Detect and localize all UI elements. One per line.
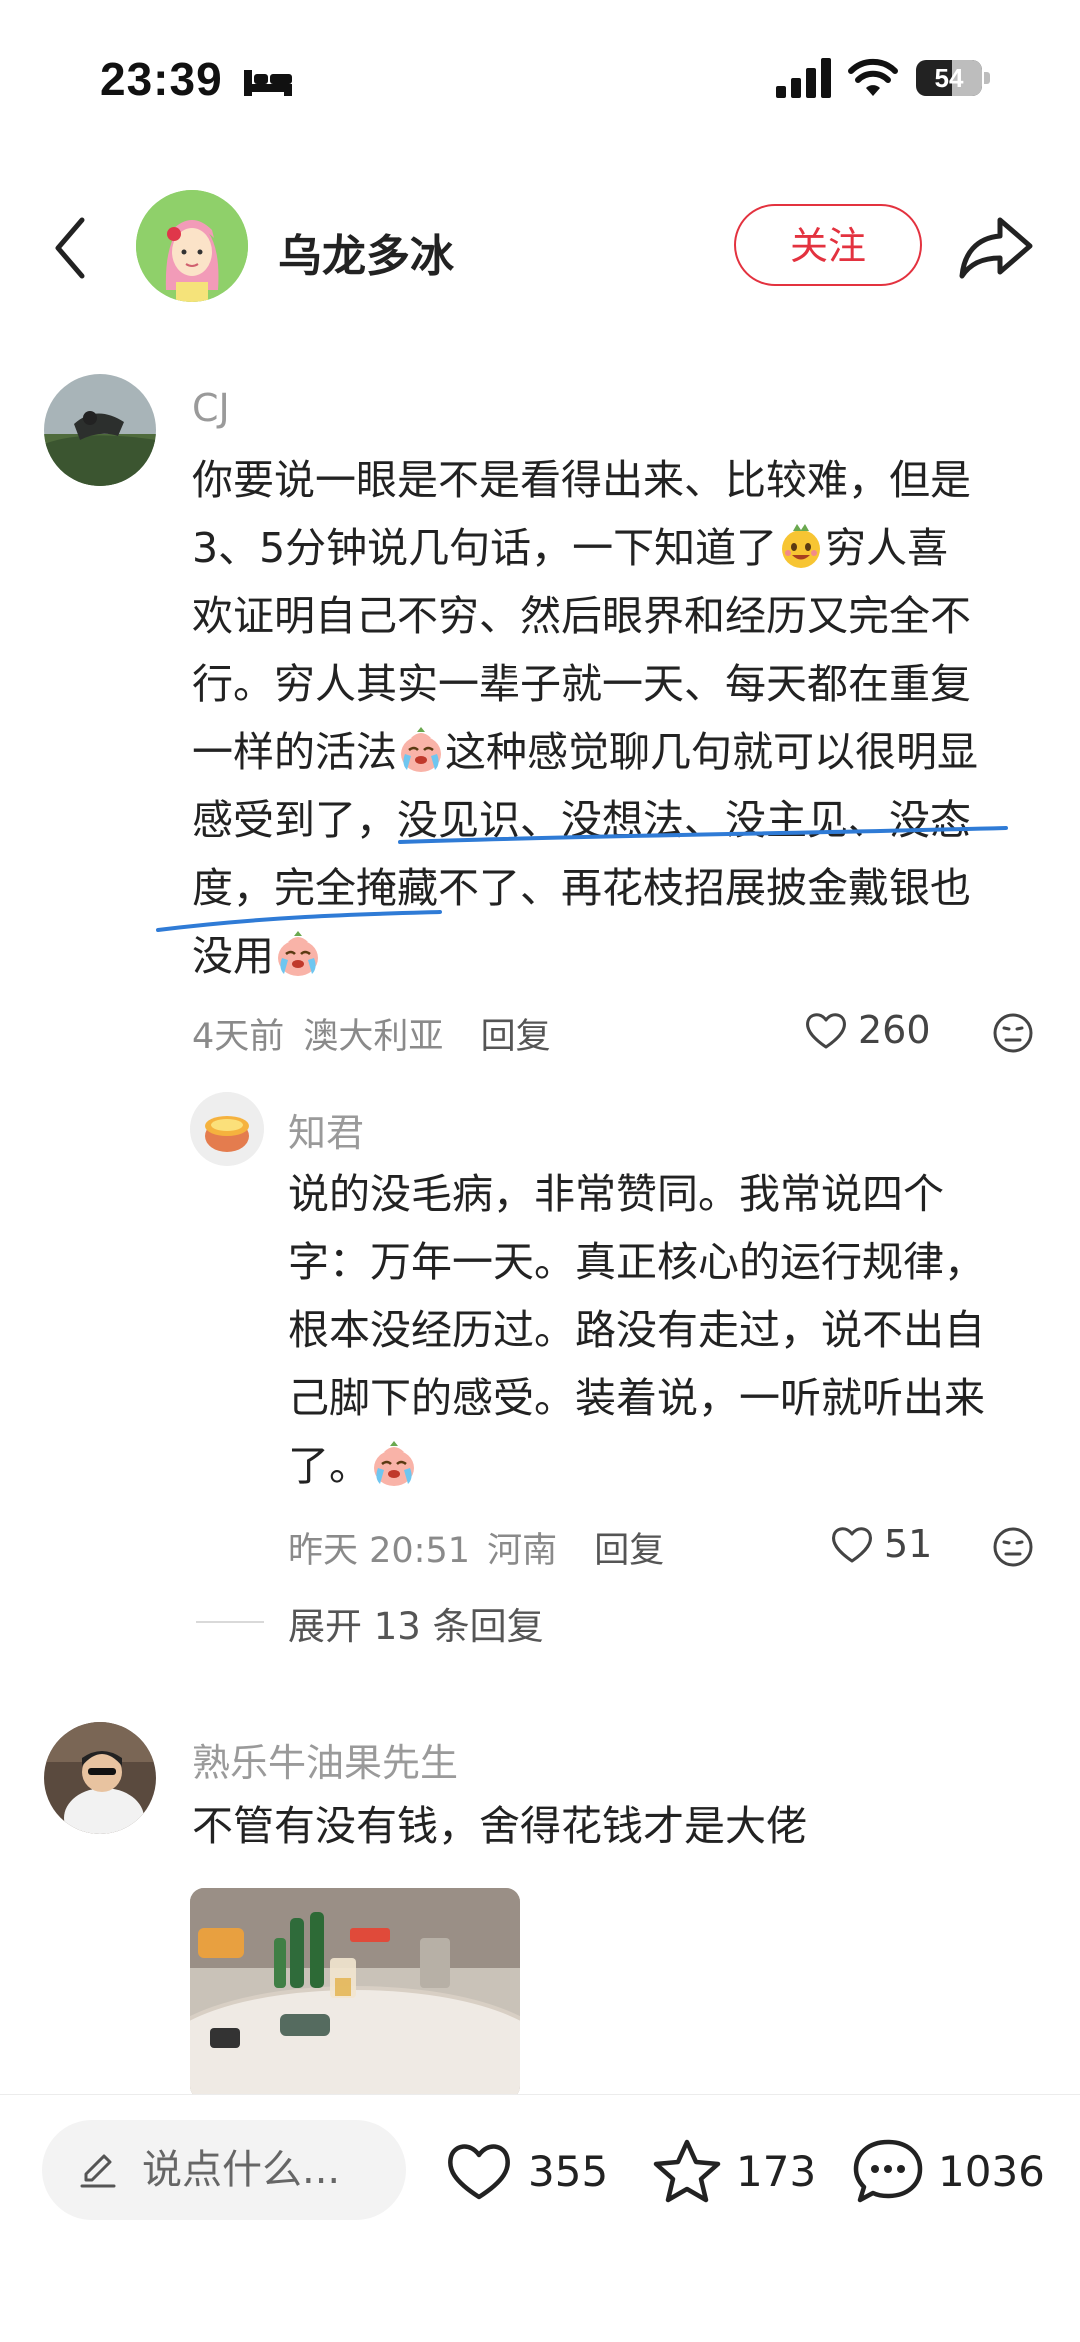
cellular-signal-icon [776,58,831,98]
comment-photo[interactable] [190,1888,520,2100]
comment-input[interactable]: 说点什么... [42,2120,406,2220]
reply-line: 根本没经历过。路没有走过，说不出自 [288,1306,985,1354]
reply-line: 了。 [288,1432,1048,1500]
comment-line: 一样的活法 这种感觉聊几句就可以很明显 [192,727,978,776]
reply-button[interactable]: 回复 [481,1017,551,1057]
wifi-icon [848,58,898,96]
crying-emoji-icon [374,1441,414,1486]
pencil-icon [80,2154,116,2188]
post-favorite-count: 173 [736,2146,817,2196]
reply-button[interactable]: 回复 [594,1531,664,1571]
author-name[interactable]: 乌龙多冰 [278,220,454,284]
highlight-underline [156,826,1008,932]
comment-line: 你要说一眼是不是看得出来、比较难，但是 [192,456,971,504]
battery-indicator: 54 [916,60,992,98]
share-icon[interactable] [958,214,1034,280]
heart-icon [448,2144,510,2200]
comment-line: 欢证明自己不穷、然后眼界和经历又完全不 [192,592,971,640]
sleep-focus-icon [244,70,292,96]
status-time: 23:39 [100,53,223,105]
comments-button[interactable]: 1036 [852,2126,1045,2216]
battery-level: 54 [934,63,964,93]
divider [196,1621,264,1623]
comment-line: 行。穷人其实一辈子就一天、每天都在重复 [192,660,971,708]
heart-icon [806,1013,846,1049]
reply-meta: 昨天 20:51 河南 回复 [288,1522,664,1573]
reply-like-button[interactable]: 51 [830,1522,932,1566]
favorite-post-button[interactable]: 173 [652,2126,816,2216]
reply-line: 己脚下的感受。装着说，一听就听出来 [288,1374,985,1422]
comment-line: 3、5分钟说几句话，一下知道了 穷人喜 [192,524,949,572]
commenter-avatar[interactable] [44,374,156,486]
comment-username[interactable]: 熟乐牛油果先生 [192,1732,458,1787]
crying-emoji-icon [401,727,441,772]
comment-like-count: 260 [858,1008,931,1052]
reply-line: 说的没毛病，非常赞同。我常说四个 [288,1170,944,1218]
comment-text: 不管有没有钱，舍得花钱才是大佬 [192,1802,807,1850]
laughing-emoji-icon [782,524,821,568]
author-avatar[interactable] [136,190,248,302]
comment-time: 4天前 [192,1017,285,1057]
heart-icon [832,1527,872,1563]
comment-like-button[interactable]: 260 [804,1008,931,1052]
reply-line: 字：万年一天。真正核心的运行规律， [288,1238,985,1286]
reply-avatar[interactable] [190,1092,264,1166]
reply-like-count: 51 [884,1522,933,1566]
post-like-count: 355 [528,2146,609,2196]
commenter-avatar[interactable] [44,1722,156,1834]
chat-bubble-icon [853,2139,923,2203]
star-icon [653,2139,721,2203]
comment-input-placeholder: 说点什么... [142,2147,341,2193]
expand-replies-button[interactable]: 展开 13 条回复 [288,1596,544,1650]
comment-username[interactable]: CJ [192,386,230,430]
comment-meta: 4天前 澳大利亚 回复 [192,1008,551,1059]
reply-username[interactable]: 知君 [288,1102,364,1157]
reply-location: 河南 [487,1531,558,1571]
comment-location: 澳大利亚 [303,1017,444,1057]
follow-button[interactable]: 关注 [734,204,922,286]
reply-time: 昨天 20:51 [288,1531,470,1571]
post-comment-count: 1036 [938,2146,1045,2196]
emoji-face-icon[interactable] [992,1526,1034,1568]
back-icon[interactable] [50,214,90,282]
like-post-button[interactable]: 355 [444,2126,608,2216]
emoji-face-icon[interactable] [992,1012,1034,1054]
reply-text: 说的没毛病，非常赞同。我常说四个 字：万年一天。真正核心的运行规律， 根本没经历… [288,1160,1048,1500]
